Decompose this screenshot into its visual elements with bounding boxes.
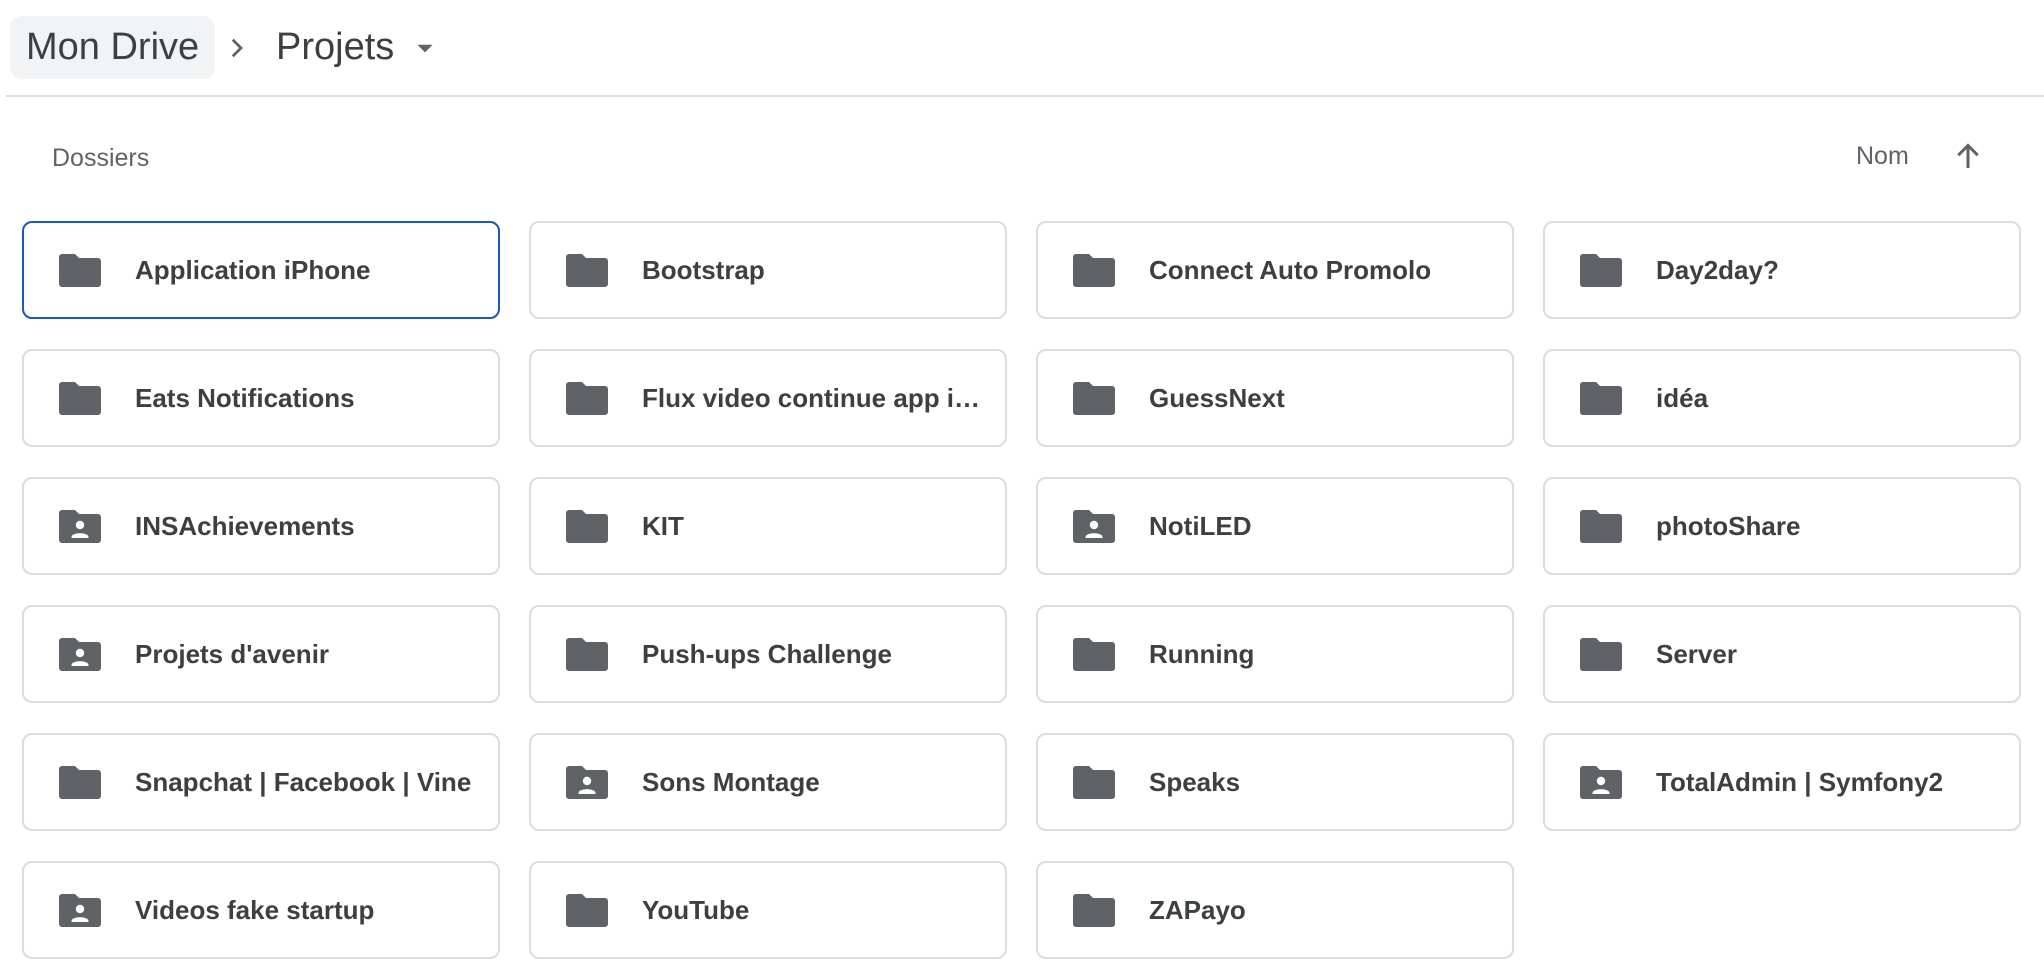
folder-card[interactable]: Server bbox=[1543, 605, 2021, 703]
arrow-up-icon[interactable] bbox=[1950, 138, 1986, 174]
folder-icon bbox=[566, 894, 608, 927]
folder-name: YouTube bbox=[642, 894, 750, 925]
folder-card[interactable]: Videos fake startup bbox=[22, 861, 500, 959]
folder-name: Bootstrap bbox=[642, 254, 765, 285]
folder-icon bbox=[1580, 254, 1622, 287]
folder-card[interactable]: Snapchat | Facebook | Vine bbox=[22, 733, 500, 831]
dropdown-arrow-icon bbox=[417, 44, 433, 52]
breadcrumb-current-folder[interactable]: Projets bbox=[264, 16, 450, 79]
folder-name: Push-ups Challenge bbox=[642, 638, 892, 669]
folder-name: Server bbox=[1656, 638, 1737, 669]
folder-icon bbox=[566, 382, 608, 415]
folder-icon bbox=[1580, 638, 1622, 671]
folder-icon bbox=[1073, 766, 1115, 799]
folder-card[interactable]: photoShare bbox=[1543, 477, 2021, 575]
folder-icon bbox=[59, 254, 101, 287]
folder-card[interactable]: KIT bbox=[529, 477, 1007, 575]
folder-name: ZAPayo bbox=[1149, 894, 1246, 925]
folder-name: Sons Montage bbox=[642, 766, 820, 797]
section-title: Dossiers bbox=[52, 144, 150, 172]
folder-icon bbox=[1073, 894, 1115, 927]
folder-card[interactable]: Sons Montage bbox=[529, 733, 1007, 831]
folder-name: photoShare bbox=[1656, 510, 1801, 541]
folder-icon bbox=[1580, 382, 1622, 415]
folder-card[interactable]: Flux video continue app iPh… bbox=[529, 349, 1007, 447]
folder-card[interactable]: NotiLED bbox=[1036, 477, 1514, 575]
folder-name: KIT bbox=[642, 510, 684, 541]
folder-card[interactable]: Speaks bbox=[1036, 733, 1514, 831]
shared-folder-icon bbox=[59, 510, 101, 543]
folder-icon bbox=[1073, 638, 1115, 671]
folder-icon bbox=[1073, 254, 1115, 287]
shared-folder-icon bbox=[1073, 510, 1115, 543]
folder-card[interactable]: Push-ups Challenge bbox=[529, 605, 1007, 703]
breadcrumb-current-label: Projets bbox=[276, 26, 395, 68]
shared-folder-icon bbox=[566, 766, 608, 799]
shared-folder-icon bbox=[1580, 766, 1622, 799]
folder-card[interactable]: YouTube bbox=[529, 861, 1007, 959]
folder-name: Connect Auto Promolo bbox=[1149, 254, 1432, 285]
folder-card[interactable]: Connect Auto Promolo bbox=[1036, 221, 1514, 319]
folder-name: NotiLED bbox=[1149, 510, 1252, 541]
folder-name: GuessNext bbox=[1149, 382, 1285, 413]
folder-card[interactable]: Application iPhone bbox=[22, 221, 500, 319]
folder-icon bbox=[566, 510, 608, 543]
folder-grid: Application iPhone Bootstrap Connect Auto … bbox=[22, 221, 2021, 959]
folder-icon bbox=[566, 638, 608, 671]
folder-card[interactable]: Eats Notifications bbox=[22, 349, 500, 447]
folder-name: Videos fake startup bbox=[135, 894, 375, 925]
folder-name: Running bbox=[1149, 638, 1255, 669]
folder-name: idéa bbox=[1656, 382, 1709, 413]
folder-card[interactable]: TotalAdmin | Symfony2 bbox=[1543, 733, 2021, 831]
folder-card[interactable]: Bootstrap bbox=[529, 221, 1007, 319]
folder-name: INSAchievements bbox=[135, 510, 355, 541]
folder-icon bbox=[59, 766, 101, 799]
folder-icon bbox=[1073, 382, 1115, 415]
folder-name: Speaks bbox=[1149, 766, 1241, 797]
folder-icon bbox=[59, 382, 101, 415]
folder-card[interactable]: Running bbox=[1036, 605, 1514, 703]
folder-card[interactable]: GuessNext bbox=[1036, 349, 1514, 447]
breadcrumb-bar: Mon Drive Projets bbox=[6, 0, 2044, 97]
folder-card[interactable]: Day2day? bbox=[1543, 221, 2021, 319]
folder-card[interactable]: INSAchievements bbox=[22, 477, 500, 575]
folder-name: Flux video continue app iPh… bbox=[642, 382, 1005, 413]
folder-card[interactable]: ZAPayo bbox=[1036, 861, 1514, 959]
folder-name: Projets d'avenir bbox=[135, 638, 330, 669]
folder-name: TotalAdmin | Symfony2 bbox=[1656, 766, 1944, 797]
sort-by-name-button[interactable]: Nom bbox=[1856, 142, 1909, 171]
chevron-right-icon bbox=[231, 38, 243, 58]
folder-name: Snapchat | Facebook | Vine bbox=[135, 766, 472, 797]
folder-icon bbox=[566, 254, 608, 287]
shared-folder-icon bbox=[59, 638, 101, 671]
folder-card[interactable]: Projets d'avenir bbox=[22, 605, 500, 703]
shared-folder-icon bbox=[59, 894, 101, 927]
breadcrumb-root[interactable]: Mon Drive bbox=[10, 16, 216, 79]
folder-name: Day2day? bbox=[1656, 254, 1779, 285]
folder-card[interactable]: idéa bbox=[1543, 349, 2021, 447]
folder-name: Eats Notifications bbox=[135, 382, 355, 413]
folder-name: Application iPhone bbox=[135, 254, 371, 285]
folder-icon bbox=[1580, 510, 1622, 543]
